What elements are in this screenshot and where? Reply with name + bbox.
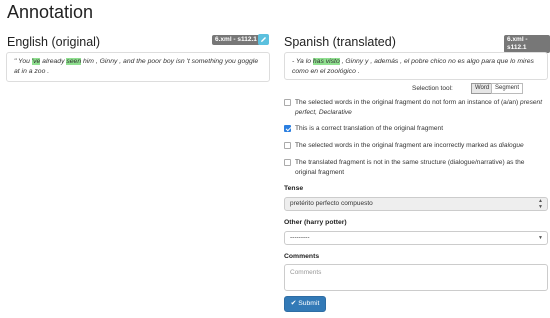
tense-label: Tense [284, 185, 304, 192]
option-structure-mismatch[interactable]: The translated fragment is not in the sa… [284, 158, 544, 178]
highlighted-word[interactable]: has visto [312, 58, 340, 65]
spanish-heading: Spanish (translated) [284, 35, 396, 49]
highlighted-word[interactable]: 've [31, 58, 41, 65]
english-fragment: " You 've already seen him , Ginny , and… [6, 52, 270, 82]
selection-segment-button[interactable]: Segment [491, 83, 524, 94]
tense-select[interactable]: pretérito perfecto compuesto ▲ ▼ [284, 197, 548, 211]
pencil-icon [261, 37, 266, 42]
checkbox[interactable] [284, 142, 291, 149]
checkbox[interactable] [284, 159, 291, 166]
checkbox[interactable] [284, 125, 291, 132]
submit-button[interactable]: ✔ Submit [284, 296, 326, 312]
english-file-badge: 6.xml - s112.1 [212, 35, 260, 45]
comments-textarea[interactable]: Comments [284, 264, 548, 291]
selection-tool-label: Selection tool: [412, 85, 453, 92]
english-heading: English (original) [7, 35, 101, 49]
edit-button[interactable] [258, 34, 269, 45]
spanish-fragment: - Ya lo has visto , Ginny y , además , e… [284, 52, 548, 80]
option-incorrectly-marked[interactable]: The selected words in the original fragm… [284, 141, 544, 151]
checkbox[interactable] [284, 99, 291, 106]
selection-word-button[interactable]: Word [471, 83, 494, 94]
check-icon: ✔ [290, 300, 297, 307]
page-title: Annotation [7, 2, 94, 22]
other-label: Other (harry potter) [284, 219, 347, 226]
highlighted-word[interactable]: seen [66, 58, 82, 65]
select-arrows-icon: ▲ ▼ [538, 198, 543, 210]
spanish-file-badge: 6.xml - s112.1 [504, 35, 550, 53]
option-not-instance[interactable]: The selected words in the original fragm… [284, 98, 544, 118]
comments-label: Comments [284, 253, 320, 260]
other-select[interactable]: --------- ▼ [284, 231, 548, 245]
chevron-down-icon: ▼ [538, 235, 543, 241]
option-correct-translation[interactable]: This is a correct translation of the ori… [284, 124, 544, 134]
